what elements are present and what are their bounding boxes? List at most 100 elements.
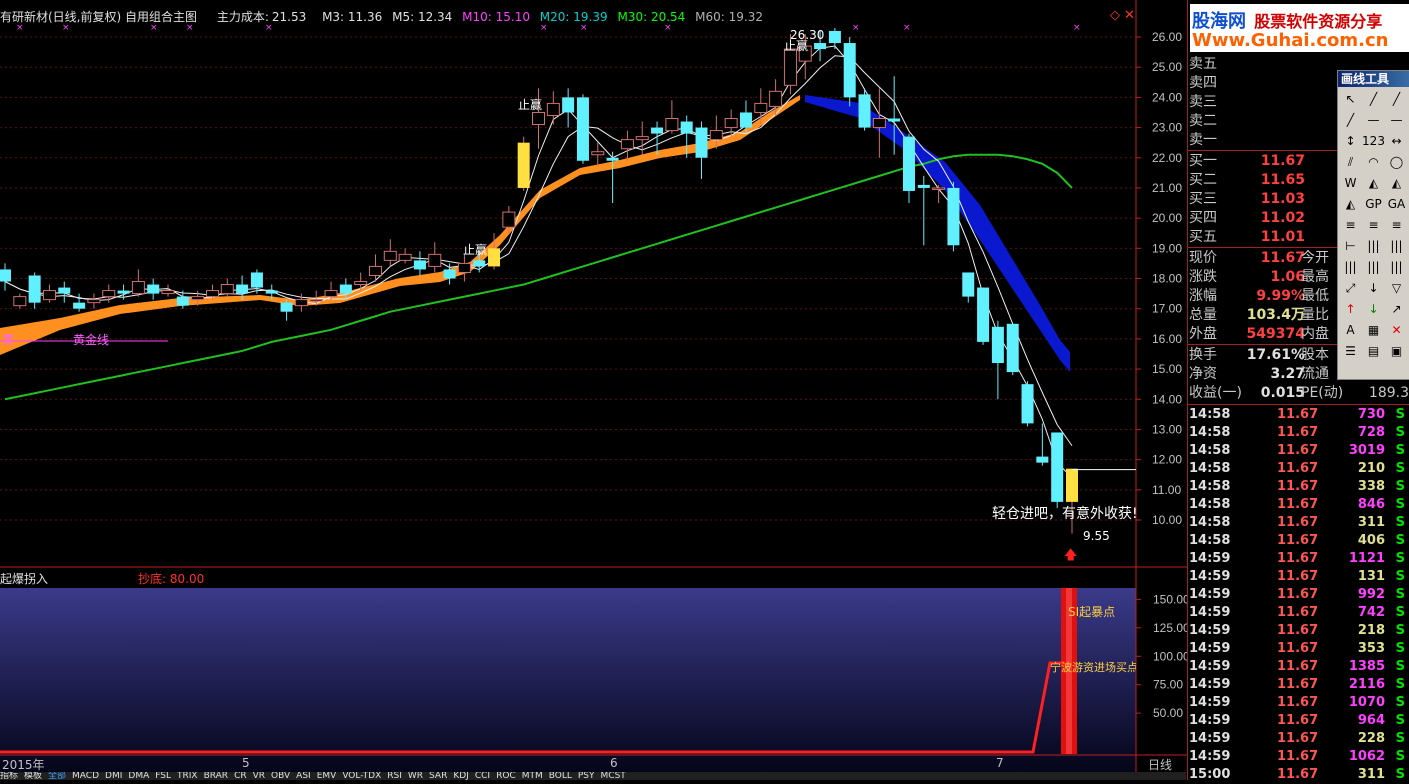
drawing-tool-11-icon[interactable]: ◠ xyxy=(1362,152,1385,173)
drawing-tool-8-icon[interactable]: 123 xyxy=(1362,131,1385,152)
indicator-tab[interactable]: OBV xyxy=(271,772,290,780)
tick-price: 11.67 xyxy=(1277,587,1319,602)
indicator-tab[interactable]: TRIX xyxy=(177,772,198,780)
drawing-tool-24-icon[interactable]: ||| xyxy=(1385,236,1408,257)
price-axis-label: 16.00 xyxy=(1152,332,1182,346)
drawing-tool-33-icon[interactable]: ↗ xyxy=(1385,299,1408,320)
chart-controls[interactable]: ◇ ✕ xyxy=(1110,8,1135,23)
indicator-tab[interactable]: CCI xyxy=(475,772,490,780)
indicator-tab[interactable]: KDJ xyxy=(453,772,469,780)
indicator-tab[interactable]: VR xyxy=(253,772,265,780)
tick-volume: 1121 xyxy=(1348,551,1385,566)
drawing-tool-29-icon[interactable]: ↓ xyxy=(1362,278,1385,299)
indicator-tab[interactable]: FSL xyxy=(155,772,171,780)
drawing-tool-28-icon[interactable]: ⤢ xyxy=(1339,278,1362,299)
sub-axis-label: 50.00 xyxy=(1153,706,1183,720)
drawing-tool-18-icon[interactable]: GA xyxy=(1385,194,1408,215)
main-price-chart[interactable]: 26.00 25.00 24.00 23.00 22.00 21.00 20.00 19.00… xyxy=(0,0,1187,568)
indicator-tab[interactable]: 指标 xyxy=(0,772,18,780)
candle-body xyxy=(754,102,768,113)
indicator-tab-bar[interactable]: 指标 模板 全部 MACD DMI DMA FSL TRIX BRAR CR VR OBV ASI EMV… xyxy=(0,772,1186,780)
drawing-tool-3-icon[interactable]: ╱ xyxy=(1385,89,1408,110)
drawing-tool-32-icon[interactable]: ↓ xyxy=(1362,299,1385,320)
drawing-tool-22-icon[interactable]: ⊢ xyxy=(1339,236,1362,257)
drawing-tool-12-icon[interactable]: ◯ xyxy=(1385,152,1408,173)
tick-time: 14:58 xyxy=(1189,479,1231,494)
quote-label: 涨跌 xyxy=(1189,269,1217,285)
drawing-tool-1-icon[interactable]: ↖ xyxy=(1339,89,1362,110)
candle-body xyxy=(680,121,693,134)
drawing-tool-37-icon[interactable]: ☰ xyxy=(1339,341,1362,362)
tick-side: S xyxy=(1395,515,1405,530)
drawing-tool-5-icon[interactable]: — xyxy=(1362,110,1385,131)
indicator-tab[interactable]: BOLL xyxy=(549,772,572,780)
drawing-tool-39-icon[interactable]: ▣ xyxy=(1385,341,1408,362)
indicator-tab[interactable]: 模板 xyxy=(24,772,42,780)
drawing-tool-23-icon[interactable]: ||| xyxy=(1362,236,1385,257)
indicator-tab[interactable]: EMV xyxy=(317,772,337,780)
quote-label: 买二 xyxy=(1189,172,1217,188)
indicator-subchart[interactable]: 150.00 125.00 100.00 75.00 50.00 xyxy=(0,568,1187,780)
drawing-tool-17-icon[interactable]: GP xyxy=(1362,194,1385,215)
tick-time: 14:59 xyxy=(1189,641,1231,656)
indicator-tab[interactable]: RSI xyxy=(387,772,402,780)
indicator-tab[interactable]: WR xyxy=(408,772,423,780)
drawing-tool-34-icon[interactable]: A xyxy=(1339,320,1362,341)
diamond-icon[interactable]: ◇ xyxy=(1110,8,1120,23)
drawing-tool-38-icon[interactable]: ▤ xyxy=(1362,341,1385,362)
quote-label: 换手 xyxy=(1189,347,1217,363)
indicator-tab[interactable]: CR xyxy=(234,772,247,780)
indicator-tab[interactable]: PSY xyxy=(578,772,595,780)
drawing-tool-26-icon[interactable]: ||| xyxy=(1362,257,1385,278)
candle-body xyxy=(635,136,649,141)
candle-body xyxy=(532,111,545,126)
candle-body xyxy=(814,43,827,50)
candle xyxy=(1006,323,1019,376)
drawing-tool-16-icon[interactable]: ◭ xyxy=(1339,194,1362,215)
drawing-tool-19-icon[interactable]: ≡ xyxy=(1339,215,1362,236)
indicator-tab[interactable]: ROC xyxy=(496,772,516,780)
drawing-tool-9-icon[interactable]: ↔ xyxy=(1385,131,1408,152)
tick-side: S xyxy=(1395,767,1405,782)
candle-body xyxy=(709,130,723,141)
close-icon[interactable]: ✕ xyxy=(1124,8,1135,23)
candle-body xyxy=(457,262,471,273)
tick-time: 14:59 xyxy=(1189,605,1231,620)
candle-body xyxy=(1051,432,1064,502)
indicator-tab[interactable]: MTM xyxy=(522,772,543,780)
quote-value: 17.61% xyxy=(1246,347,1305,363)
drawing-tool-14-icon[interactable]: ◭ xyxy=(1362,173,1385,194)
indicator-tab[interactable]: BRAR xyxy=(204,772,228,780)
tick-time: 14:58 xyxy=(1189,443,1231,458)
tick-side: S xyxy=(1395,713,1405,728)
indicator-tab[interactable]: DMI xyxy=(105,772,122,780)
indicator-tab[interactable]: ASI xyxy=(296,772,311,780)
drawing-tool-20-icon[interactable]: ≡ xyxy=(1362,215,1385,236)
drawing-tool-25-icon[interactable]: ||| xyxy=(1339,257,1362,278)
drawing-tool-4-icon[interactable]: ╱ xyxy=(1339,110,1362,131)
drawing-toolbox[interactable]: 画线工具 ↖ ╱ ╱ ╱ — — ↕ 123 ↔ ⫽ ◠ ◯ W ◭ ◭ ◭ GP GA ≡ ≡ ≡ ⊢ ||| ||| |||… xyxy=(1337,70,1409,380)
drawing-tool-27-icon[interactable]: ||| xyxy=(1385,257,1408,278)
indicator-tab[interactable]: MCST xyxy=(601,772,626,780)
drawing-tool-15-icon[interactable]: ◭ xyxy=(1385,173,1408,194)
drawing-tool-10-icon[interactable]: ⫽ xyxy=(1339,152,1362,173)
indicator-tab[interactable]: VOL-TDX xyxy=(342,772,381,780)
tick-volume: 964 xyxy=(1357,713,1385,728)
drawing-tool-30-icon[interactable]: ▽ xyxy=(1385,278,1408,299)
quote-label-2: 量比 xyxy=(1301,307,1329,323)
drawing-tool-36-icon[interactable]: ✕ xyxy=(1385,320,1408,341)
drawing-tool-2-icon[interactable]: ╱ xyxy=(1362,89,1385,110)
tick-row: 14:59 11.67 353 S xyxy=(1187,640,1409,658)
drawing-tool-13-icon[interactable]: W xyxy=(1339,173,1362,194)
drawing-tool-31-icon[interactable]: ↑ xyxy=(1339,299,1362,320)
tick-row: 14:58 11.67 728 S xyxy=(1187,424,1409,442)
drawing-tool-35-icon[interactable]: ▦ xyxy=(1362,320,1385,341)
drawing-tool-21-icon[interactable]: ≡ xyxy=(1385,215,1408,236)
drawing-tool-7-icon[interactable]: ↕ xyxy=(1339,131,1362,152)
indicator-tab[interactable]: MACD xyxy=(72,772,99,780)
indicator-tab[interactable]: 全部 xyxy=(48,772,66,780)
indicator-tab[interactable]: SAR xyxy=(429,772,447,780)
indicator-tab[interactable]: DMA xyxy=(128,772,149,780)
drawing-tool-6-icon[interactable]: — xyxy=(1385,110,1408,131)
period-label[interactable]: 日线 xyxy=(1148,756,1172,773)
